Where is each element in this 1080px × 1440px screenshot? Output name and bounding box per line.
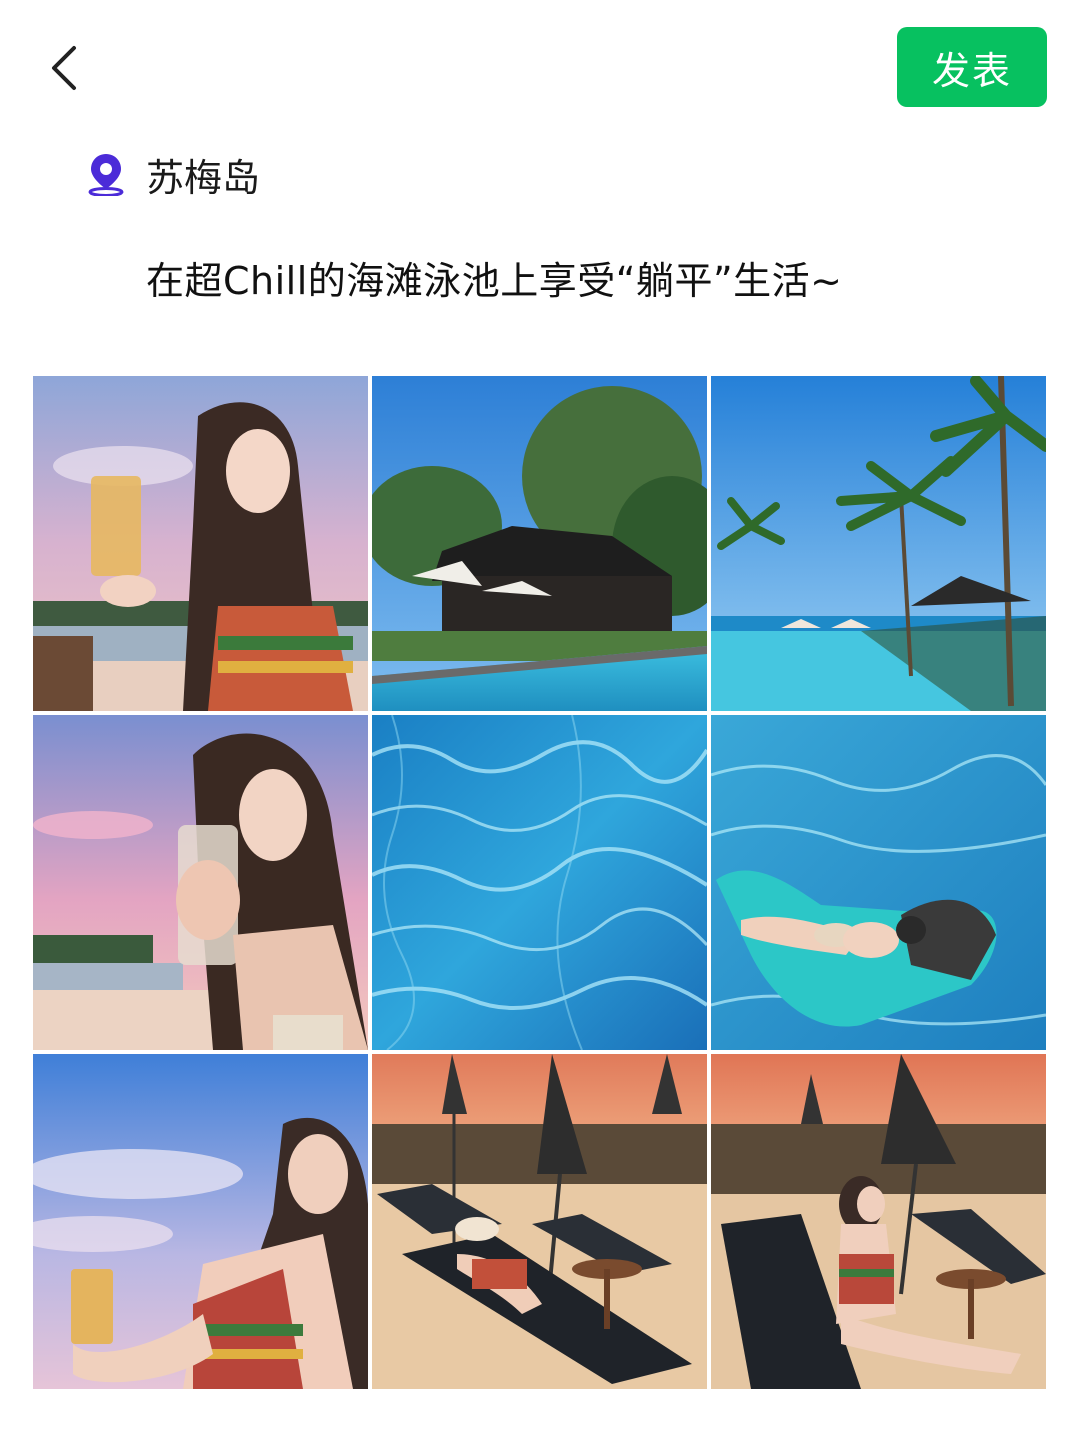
photo-image: [711, 1054, 1046, 1389]
photo-thumbnail[interactable]: [372, 1054, 707, 1389]
post-caption: 在超Chill的海滩泳池上享受“躺平”生活~: [146, 259, 843, 303]
location-name: 苏梅岛: [146, 155, 261, 200]
location-pin-icon: [88, 154, 124, 196]
back-button[interactable]: [36, 40, 92, 96]
photo-thumbnail[interactable]: [711, 715, 1046, 1050]
photo-grid: [33, 376, 1047, 1390]
photo-thumbnail[interactable]: [372, 715, 707, 1050]
photo-image: [33, 715, 368, 1050]
photo-image: [372, 376, 707, 711]
photo-thumbnail[interactable]: [33, 376, 368, 711]
location-row[interactable]: 苏梅岛: [86, 146, 260, 202]
photo-image: [33, 1054, 368, 1389]
photo-thumbnail[interactable]: [711, 1054, 1046, 1389]
photo-thumbnail[interactable]: [372, 376, 707, 711]
photo-thumbnail[interactable]: [33, 1054, 368, 1389]
chevron-left-icon: [52, 46, 76, 90]
photo-thumbnail[interactable]: [711, 376, 1046, 711]
photo-image: [711, 376, 1046, 711]
photo-image: [711, 715, 1046, 1050]
photo-thumbnail[interactable]: [33, 715, 368, 1050]
photo-image: [33, 376, 368, 711]
post-button[interactable]: 发表: [897, 27, 1047, 107]
photo-image: [372, 1054, 707, 1389]
photo-image: [372, 715, 707, 1050]
